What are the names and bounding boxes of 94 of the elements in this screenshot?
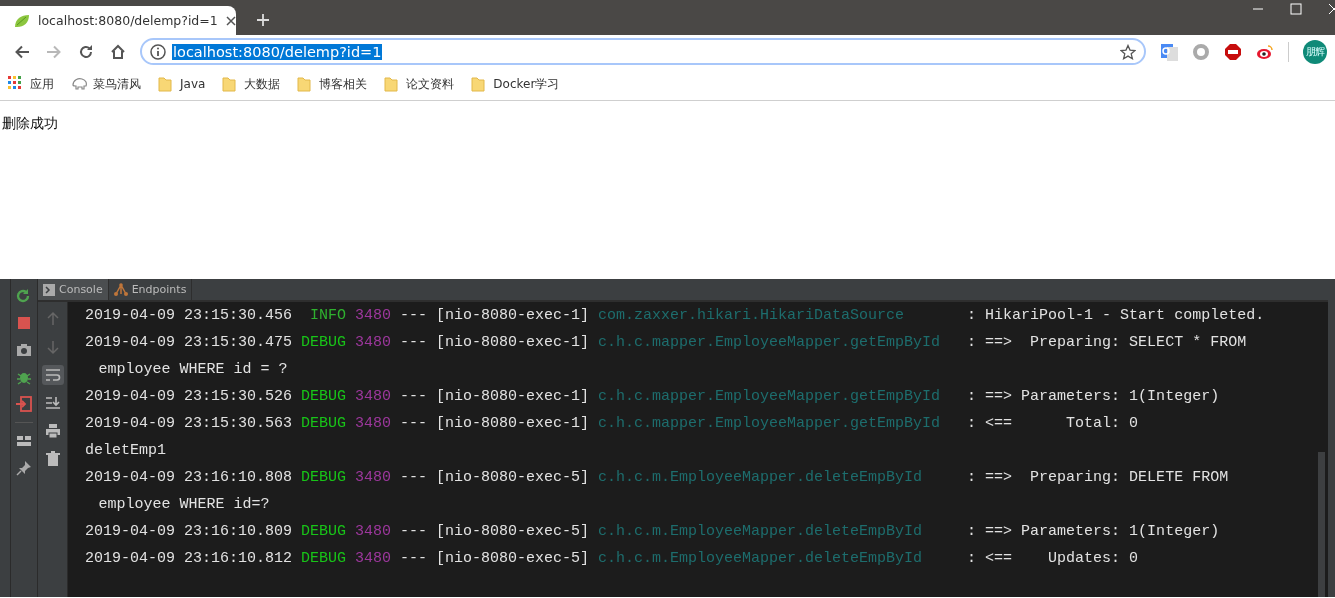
folder-icon: [297, 76, 314, 92]
bookmark-item[interactable]: 菜鸟清风: [71, 75, 141, 93]
pin-icon[interactable]: [15, 459, 33, 477]
log-level: DEBUG: [301, 414, 347, 434]
log-separator: ---: [400, 306, 429, 326]
log-separator: ---: [400, 333, 429, 353]
logger-name: com.zaxxer.hikari.HikariDataSource: [598, 306, 906, 326]
close-icon[interactable]: [225, 15, 236, 26]
log-timestamp: 2019-04-09 23:16:10.812: [85, 549, 294, 569]
leaf-icon: [14, 13, 30, 28]
log-message: employee WHERE id = ?: [97, 360, 288, 380]
tab-title: localhost:8080/delemp?id=1: [38, 13, 218, 28]
log-separator: ---: [400, 468, 429, 488]
stop-icon[interactable]: [15, 314, 33, 332]
log-message: employee WHERE id=?: [97, 495, 270, 515]
log-timestamp: 2019-04-09 23:16:10.808: [85, 468, 294, 488]
log-message: : ==> Parameters: 1(Integer): [967, 387, 1220, 407]
logger-name: c.h.c.mapper.EmployeeMapper.getEmpById: [598, 387, 942, 407]
bookmark-item[interactable]: 应用: [8, 75, 54, 93]
scroll-end-icon[interactable]: [43, 394, 62, 412]
log-message: : ==> Preparing: DELETE FROM: [967, 468, 1229, 488]
soft-wrap-icon: [43, 366, 62, 384]
soft-wrap-button[interactable]: [41, 365, 64, 385]
exit-icon[interactable]: [15, 395, 33, 413]
scrollbar[interactable]: [1315, 302, 1328, 597]
address-bar[interactable]: localhost:8080/delemp?id=1: [140, 38, 1146, 65]
url-text: localhost:8080/delemp?id=1: [172, 43, 383, 60]
log-separator: ---: [400, 414, 429, 434]
thread-name: [nio-8080-exec-5]: [436, 468, 591, 488]
logger-name: c.h.c.mapper.EmployeeMapper.getEmpById: [598, 414, 942, 434]
process-id: 3480: [355, 414, 393, 434]
process-id: 3480: [355, 306, 393, 326]
logger-name: c.h.c.m.EmployeeMapper.deleteEmpById: [598, 522, 924, 542]
process-id: 3480: [355, 549, 393, 569]
translate-icon[interactable]: [1160, 42, 1178, 61]
browser-tab[interactable]: localhost:8080/delemp?id=1: [0, 6, 236, 35]
log-message: : <== Updates: 0: [967, 549, 1139, 569]
bookmark-item[interactable]: Java: [158, 76, 206, 92]
status-message: 删除成功: [2, 115, 58, 131]
log-level: DEBUG: [301, 333, 347, 353]
log-timestamp: 2019-04-09 23:15:30.475: [85, 333, 294, 353]
folder-icon: [158, 76, 174, 92]
bookmark-item[interactable]: 博客相关: [297, 75, 368, 93]
folder-icon: [384, 76, 401, 92]
folder-icon: [471, 76, 488, 92]
process-id: 3480: [355, 522, 393, 542]
thread-name: [nio-8080-exec-5]: [436, 549, 591, 569]
camera-icon[interactable]: [15, 341, 33, 359]
log-separator: ---: [400, 522, 429, 542]
log-separator: ---: [400, 549, 429, 569]
log-level: DEBUG: [301, 468, 347, 488]
process-id: 3480: [355, 468, 393, 488]
star-icon[interactable]: [1120, 43, 1136, 60]
thread-name: [nio-8080-exec-1]: [436, 387, 591, 407]
log-timestamp: 2019-04-09 23:15:30.526: [85, 387, 294, 407]
trash-icon[interactable]: [43, 450, 62, 468]
log-separator: ---: [400, 387, 429, 407]
maximize-icon[interactable]: [1290, 3, 1302, 15]
profile-avatar[interactable]: 朋辉: [1303, 39, 1327, 64]
log-level: DEBUG: [301, 387, 347, 407]
print-icon[interactable]: [43, 422, 62, 440]
thread-name: [nio-8080-exec-5]: [436, 522, 591, 542]
log-message: : ==> Parameters: 1(Integer): [967, 522, 1220, 542]
logger-name: c.h.c.m.EmployeeMapper.deleteEmpById: [598, 549, 924, 569]
process-id: 3480: [355, 333, 393, 353]
log-timestamp: 2019-04-09 23:16:10.809: [85, 522, 294, 542]
nodes-icon: [113, 283, 128, 296]
log-message: : HikariPool-1 - Start completed.: [967, 306, 1265, 326]
log-text: deletEmp1: [85, 441, 166, 461]
log-message: : <== Total: 0: [967, 414, 1139, 434]
log-message: : ==> Preparing: SELECT * FROM: [967, 333, 1247, 353]
log-timestamp: 2019-04-09 23:15:30.563: [85, 414, 294, 434]
abp-icon[interactable]: [1224, 42, 1242, 61]
log-level: DEBUG: [301, 549, 347, 569]
log-timestamp: 2019-04-09 23:15:30.456: [85, 306, 294, 326]
thread-name: [nio-8080-exec-1]: [436, 306, 591, 326]
log-level: DEBUG: [301, 522, 347, 542]
folder-icon: [222, 76, 239, 92]
logger-name: c.h.c.m.EmployeeMapper.deleteEmpById: [598, 468, 924, 488]
bookmark-item[interactable]: 论文资料: [384, 75, 455, 93]
thread-name: [nio-8080-exec-1]: [436, 414, 591, 434]
bookmark-item[interactable]: 大数据: [222, 75, 281, 93]
terminal-icon: [43, 283, 55, 296]
logger-name: c.h.c.mapper.EmployeeMapper.getEmpById: [598, 333, 942, 353]
new-tab-icon[interactable]: [256, 13, 270, 27]
log-level: INFO: [309, 306, 347, 326]
info-icon: [150, 43, 166, 60]
thread-name: [nio-8080-exec-1]: [436, 333, 591, 353]
apps-icon: [8, 76, 24, 92]
process-id: 3480: [355, 387, 393, 407]
tool-tab[interactable]: Console: [38, 279, 109, 300]
bookmark-item[interactable]: Docker学习: [471, 75, 560, 93]
weibo-icon[interactable]: [1256, 42, 1274, 61]
home-icon[interactable]: [109, 42, 127, 61]
